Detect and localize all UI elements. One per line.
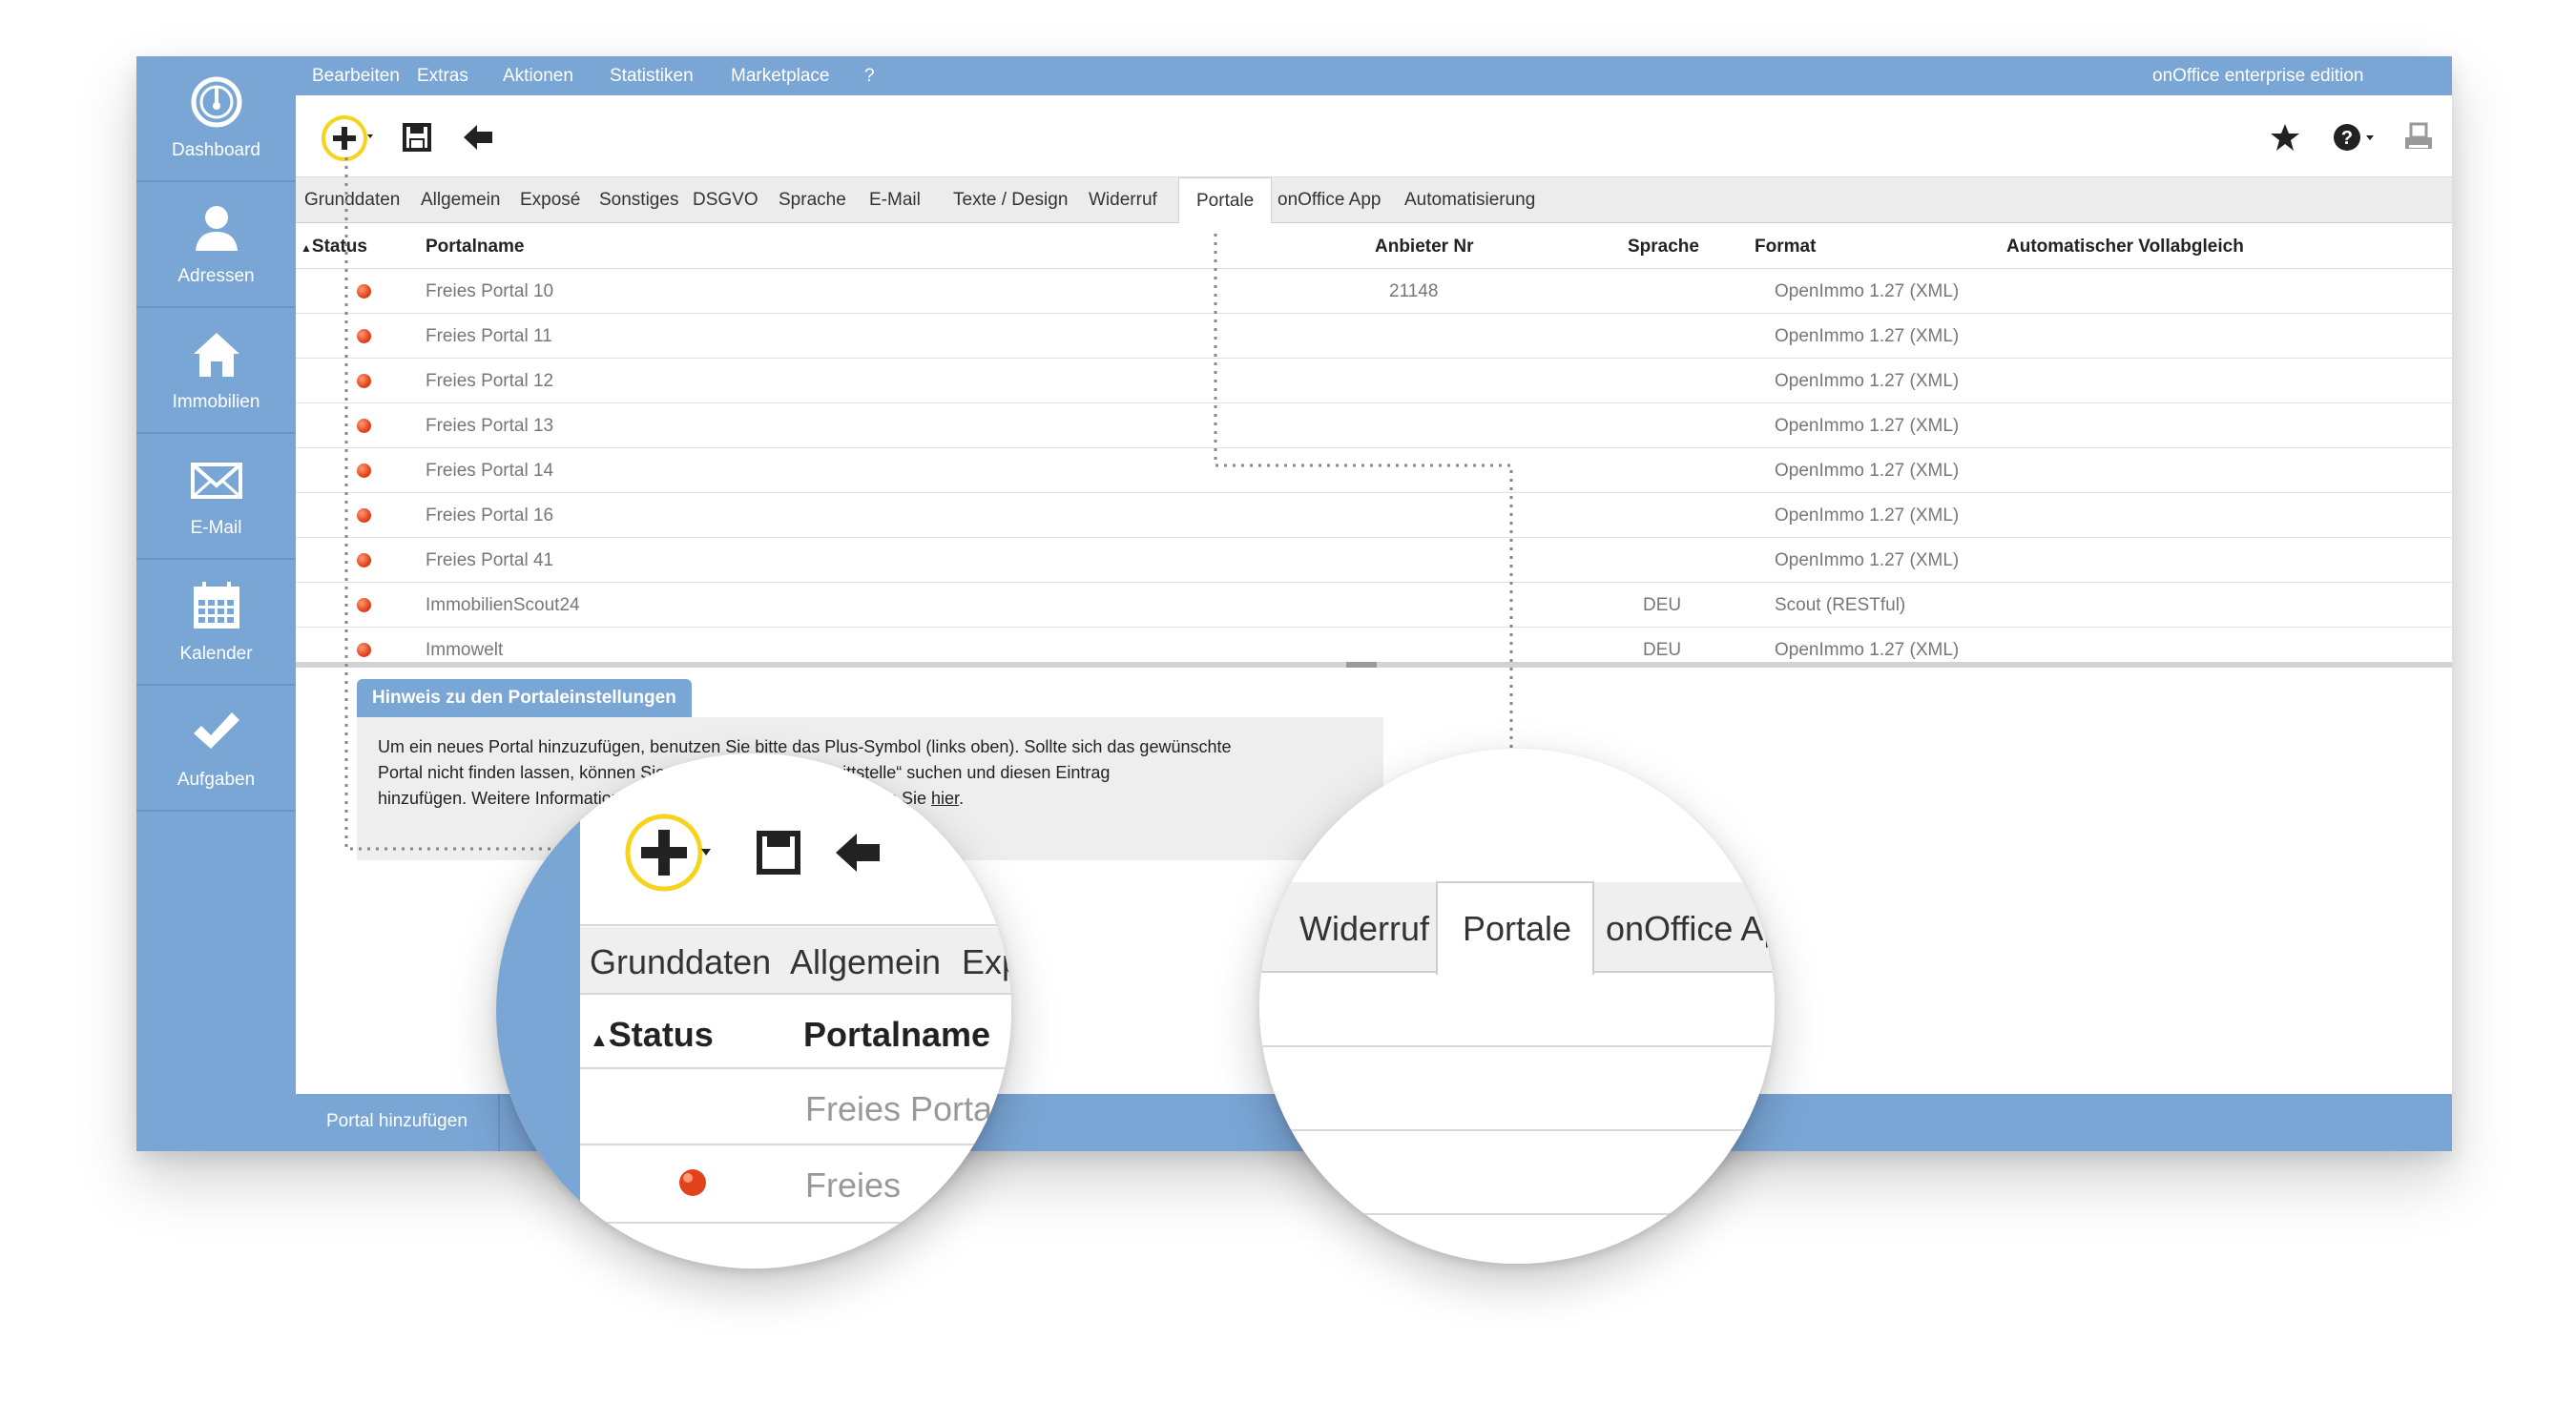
lens-tab-onoffice-app: onOffice Ap xyxy=(1606,909,1775,948)
lens-row-text: Freies xyxy=(805,1165,902,1205)
lens-tab-allgemein: Allgemein xyxy=(790,942,942,981)
lens-tab-grunddaten: Grunddaten xyxy=(590,942,772,981)
lens-tab-portale: Portale xyxy=(1463,909,1572,948)
dotted-connector-lines xyxy=(344,157,1513,854)
lens-portalname-header: Portalname xyxy=(803,1015,991,1054)
sort-ascending-icon: ▲ xyxy=(590,1030,609,1051)
lens-tab-expose: Exp xyxy=(962,942,1011,981)
lens-tab-widerruf: Widerruf xyxy=(1299,909,1430,948)
lens-status-label: Status xyxy=(608,1015,714,1054)
lens-status-header: ▲Status xyxy=(590,1015,714,1055)
magnifier-lens-tabs: Widerruf Portale onOffice Ap xyxy=(1259,749,1775,1264)
lens-row-text: Freies Porta xyxy=(805,1089,993,1128)
lens-tabs-zoom xyxy=(1259,749,1775,1264)
lens-toolbar-zoom xyxy=(496,753,1011,1268)
magnifier-lens-toolbar: Grunddaten Allgemein Exp ▲Status Portaln… xyxy=(496,753,1011,1268)
